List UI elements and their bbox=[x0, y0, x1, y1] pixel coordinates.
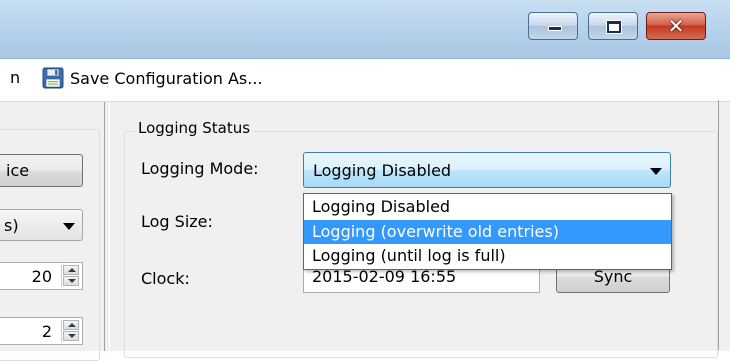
minimize-icon bbox=[548, 26, 562, 31]
maximize-icon bbox=[606, 20, 622, 34]
spin-down-icon[interactable] bbox=[63, 276, 79, 286]
panel-splitter[interactable] bbox=[104, 102, 110, 351]
clock-label: Clock: bbox=[141, 269, 190, 288]
logging-mode-label: Logging Mode: bbox=[141, 159, 259, 178]
logging-mode-combo[interactable]: Logging Disabled bbox=[303, 152, 671, 188]
spin-up-icon[interactable] bbox=[63, 265, 79, 275]
spinner-1-value: 20 bbox=[31, 267, 52, 286]
menu-bar: n Save Configuration As... bbox=[0, 59, 730, 100]
spin-up-icon[interactable] bbox=[63, 320, 79, 330]
numeric-spinner-1[interactable]: 20 bbox=[0, 262, 83, 290]
window-titlebar: ✕ bbox=[0, 0, 730, 59]
device-button[interactable]: ice bbox=[0, 154, 83, 187]
save-configuration-as-label: Save Configuration As... bbox=[70, 68, 263, 88]
dropdown-option-until-log-full[interactable]: Logging (until log is full) bbox=[304, 244, 671, 268]
main-form: ice s) 20 2 Logging Status Logging Mode:… bbox=[0, 101, 730, 361]
device-button-label: ice bbox=[6, 161, 30, 180]
log-size-label: Log Size: bbox=[141, 212, 213, 231]
logging-mode-selected: Logging Disabled bbox=[313, 161, 452, 180]
floppy-disk-icon bbox=[42, 67, 64, 89]
left-combo-box[interactable]: s) bbox=[0, 209, 83, 241]
chevron-down-icon bbox=[63, 223, 75, 230]
close-button[interactable]: ✕ bbox=[646, 12, 706, 40]
chevron-down-icon bbox=[650, 168, 662, 175]
logging-mode-dropdown-list: Logging Disabled Logging (overwrite old … bbox=[303, 193, 672, 270]
maximize-button[interactable] bbox=[588, 12, 638, 40]
spin-down-icon[interactable] bbox=[63, 331, 79, 341]
dropdown-option-logging-disabled[interactable]: Logging Disabled bbox=[304, 195, 671, 219]
close-icon: ✕ bbox=[667, 14, 685, 38]
save-configuration-as-menu-item[interactable]: Save Configuration As... bbox=[42, 65, 263, 91]
dropdown-option-overwrite-old-entries[interactable]: Logging (overwrite old entries) bbox=[304, 220, 671, 244]
minimize-button[interactable] bbox=[528, 12, 578, 40]
left-combo-value: s) bbox=[4, 216, 19, 235]
numeric-spinner-2[interactable]: 2 bbox=[0, 317, 83, 345]
menu-item-partial[interactable]: n bbox=[10, 68, 20, 87]
logging-status-title: Logging Status bbox=[134, 119, 255, 137]
spinner-1-arrows bbox=[61, 265, 80, 287]
spinner-2-arrows bbox=[61, 320, 80, 342]
window-right-border bbox=[718, 100, 719, 350]
spinner-2-value: 2 bbox=[41, 322, 52, 341]
